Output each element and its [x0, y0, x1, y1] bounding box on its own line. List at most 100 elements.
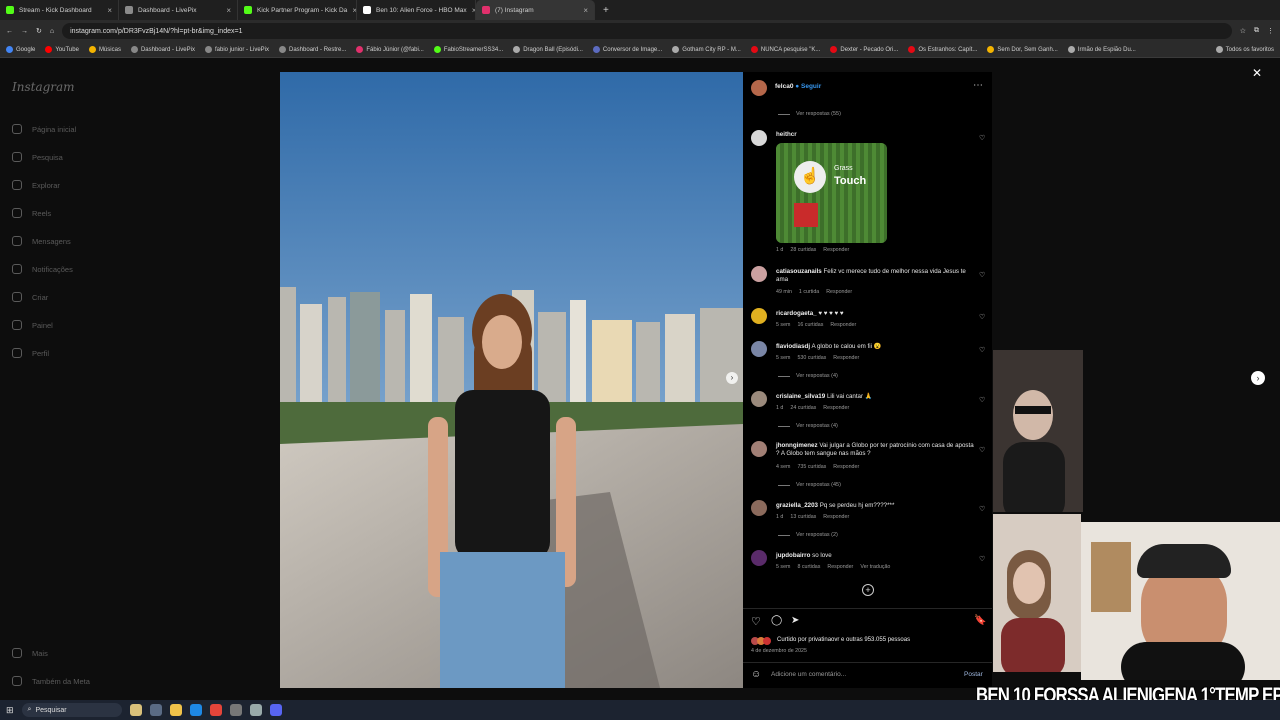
- browser-tab[interactable]: Dashboard - LivePix ×: [119, 0, 238, 20]
- comment-username[interactable]: graziella_2203: [776, 502, 818, 509]
- reply-button[interactable]: Responder: [833, 355, 859, 361]
- load-more-icon[interactable]: +: [862, 584, 874, 596]
- comment-likes[interactable]: 530 curtidas: [797, 355, 826, 361]
- comment-avatar[interactable]: [751, 341, 767, 357]
- star-icon[interactable]: ☆: [1240, 27, 1246, 35]
- bookmark-item[interactable]: NUNCA pesquise "K...: [750, 46, 820, 53]
- app-icon[interactable]: [249, 704, 262, 716]
- comment-like-icon[interactable]: ♡: [979, 555, 985, 563]
- forward-icon[interactable]: →: [21, 28, 28, 35]
- browser-tab[interactable]: Ben 10: Alien Force - HBO Max ×: [357, 0, 476, 20]
- comment-avatar[interactable]: [751, 550, 767, 566]
- taskbar-widget-icon[interactable]: [129, 704, 142, 716]
- photo-next-icon[interactable]: ›: [726, 372, 738, 384]
- taskbar-search[interactable]: ⌕ Pesquisar: [21, 703, 122, 717]
- view-replies[interactable]: Ver respostas (4): [778, 423, 838, 429]
- new-tab-icon[interactable]: +: [603, 5, 609, 16]
- translate-button[interactable]: Ver tradução: [860, 564, 890, 570]
- windows-start-icon[interactable]: ⊞: [6, 705, 14, 716]
- comment-like-icon[interactable]: ♡: [979, 346, 985, 354]
- sidebar-item-search[interactable]: Pesquisa: [12, 152, 63, 162]
- comment-likes[interactable]: 16 curtidas: [797, 322, 823, 328]
- view-replies[interactable]: Ver respostas (4): [778, 373, 838, 379]
- view-replies[interactable]: Ver respostas (45): [778, 482, 841, 488]
- comment-likes[interactable]: 13 curtidas: [790, 514, 816, 520]
- comment-likes[interactable]: 8 curtidas: [797, 564, 820, 570]
- post-button[interactable]: Postar: [964, 671, 983, 678]
- comment-username[interactable]: heithcr: [776, 131, 976, 139]
- sidebar-item-more[interactable]: Mais: [12, 648, 48, 658]
- comment-avatar[interactable]: [751, 441, 767, 457]
- bookmark-item[interactable]: Músicas: [88, 46, 121, 53]
- liked-by[interactable]: Curtido por privatinaovr e outras 953.05…: [777, 637, 910, 643]
- reply-button[interactable]: Responder: [826, 289, 852, 295]
- comment-like-icon[interactable]: ♡: [979, 271, 985, 279]
- comment-username[interactable]: flaviodiasdj: [776, 343, 810, 350]
- follow-button[interactable]: Seguir: [801, 83, 821, 90]
- comment-username[interactable]: crislaine_silva19: [776, 393, 825, 400]
- reload-icon[interactable]: ↻: [36, 27, 42, 35]
- file-explorer-icon[interactable]: [169, 704, 182, 716]
- url-field[interactable]: instagram.com/p/DR3FvzBj14N/?hl=pt-br&im…: [62, 23, 1232, 39]
- bookmark-item[interactable]: Irmão de Espião Du...: [1067, 46, 1136, 53]
- bookmark-item[interactable]: YouTube: [45, 46, 79, 53]
- emoji-icon[interactable]: ☺: [751, 669, 761, 680]
- settings-icon[interactable]: [229, 704, 242, 716]
- menu-icon[interactable]: ⋮: [1267, 27, 1274, 35]
- save-icon[interactable]: 🔖: [974, 615, 986, 626]
- sidebar-item-create[interactable]: Criar: [12, 292, 48, 302]
- add-comment-input[interactable]: Adicione um comentário...: [771, 671, 846, 678]
- sidebar-item-notifications[interactable]: Notificações: [12, 264, 73, 274]
- reply-button[interactable]: Responder: [827, 564, 853, 570]
- view-replies[interactable]: Ver respostas (2): [778, 532, 838, 538]
- comment-avatar[interactable]: [751, 391, 767, 407]
- comment-like-icon[interactable]: ♡: [979, 313, 985, 321]
- bookmark-item[interactable]: Dashboard - LivePix: [130, 46, 195, 53]
- reply-button[interactable]: Responder: [823, 247, 849, 253]
- sidebar-item-home[interactable]: Página inicial: [12, 124, 76, 134]
- browser-tab[interactable]: Kick Partner Program - Kick Da ×: [238, 0, 357, 20]
- share-icon[interactable]: ➤: [791, 615, 799, 626]
- author-username[interactable]: felca0: [775, 83, 793, 90]
- author-avatar[interactable]: [751, 80, 767, 96]
- chrome-icon[interactable]: [209, 704, 222, 716]
- sidebar-item-meta[interactable]: Também da Meta: [12, 676, 90, 686]
- bookmark-item[interactable]: Dragon Ball (Episódi...: [513, 46, 583, 53]
- sidebar-item-reels[interactable]: Reels: [12, 208, 51, 218]
- browser-tab[interactable]: Stream - Kick Dashboard ×: [0, 0, 119, 20]
- comment-icon[interactable]: ◯: [771, 615, 782, 626]
- like-icon[interactable]: ♡: [751, 615, 761, 628]
- task-view-icon[interactable]: [149, 704, 162, 716]
- sidebar-item-messages[interactable]: Mensagens: [12, 236, 71, 246]
- tab-close-icon[interactable]: ×: [583, 6, 588, 15]
- more-options-icon[interactable]: ⋯: [973, 80, 983, 91]
- bookmark-item[interactable]: Gotham City RP - M...: [672, 46, 741, 53]
- view-replies-top[interactable]: Ver respostas (55): [778, 111, 841, 117]
- bookmark-item[interactable]: fabio junior - LivePix: [204, 46, 269, 53]
- comment-likes[interactable]: 24 curtidas: [790, 405, 816, 411]
- back-icon[interactable]: ←: [6, 28, 13, 35]
- bookmark-item[interactable]: Fábio Júnior (@fabi...: [356, 46, 424, 53]
- sidebar-item-profile[interactable]: Perfil: [12, 348, 49, 358]
- bookmark-item[interactable]: Google: [6, 46, 35, 53]
- comment-username[interactable]: jhonngimenez: [776, 442, 818, 449]
- comment-username[interactable]: ricardogaeta_: [776, 310, 817, 317]
- comment-like-icon[interactable]: ♡: [979, 505, 985, 513]
- comment-avatar[interactable]: [751, 500, 767, 516]
- reply-button[interactable]: Responder: [823, 405, 849, 411]
- reply-button[interactable]: Responder: [823, 514, 849, 520]
- sidebar-item-dashboard[interactable]: Painel: [12, 320, 53, 330]
- comment-likes[interactable]: 735 curtidas: [797, 464, 826, 470]
- close-icon[interactable]: ✕: [1252, 66, 1262, 80]
- comment-avatar[interactable]: [751, 266, 767, 282]
- bookmark-item[interactable]: Os Estranhos: Capít...: [908, 46, 977, 53]
- discord-icon[interactable]: [269, 704, 282, 716]
- reply-button[interactable]: Responder: [830, 322, 856, 328]
- comment-likes[interactable]: 28 curtidas: [790, 247, 816, 253]
- comment-avatar[interactable]: [751, 130, 767, 146]
- tab-close-icon[interactable]: ×: [107, 6, 112, 15]
- bookmark-item[interactable]: Dashboard - Restre...: [279, 46, 346, 53]
- extensions-icon[interactable]: ⧉: [1254, 27, 1259, 35]
- bookmark-item[interactable]: Todos os favoritos: [1215, 46, 1274, 53]
- bookmark-item[interactable]: Sem Dor, Sem Ganh...: [987, 46, 1058, 53]
